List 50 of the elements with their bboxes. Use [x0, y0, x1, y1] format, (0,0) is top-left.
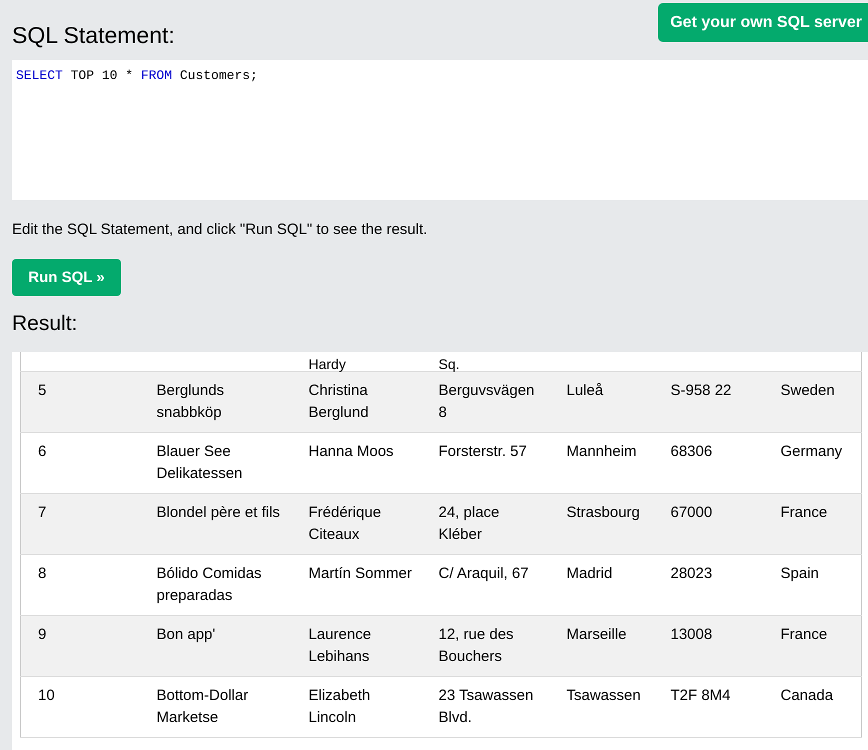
table-cell: Blauer See Delikatessen [156, 443, 242, 482]
table-cell: C/ Araquil, 67 [438, 565, 529, 582]
table-cell: 10 [38, 687, 55, 704]
instructions-text: Edit the SQL Statement, and click "Run SQL" to see the result. [12, 220, 428, 240]
table-cell: Blondel père et fils [156, 504, 280, 521]
table-cell: 24, place Kléber [438, 504, 500, 543]
table-cell: Frédérique Citeaux [308, 504, 382, 543]
table-cell: S-958 22 [670, 382, 732, 399]
table-cell: Sq. [438, 356, 460, 372]
table-cell: Hanna Moos [308, 443, 394, 460]
table-cell: Strasbourg [566, 504, 640, 521]
table-cell: Spain [780, 565, 819, 582]
table-cell: Elizabeth Lincoln [308, 687, 370, 726]
table-cell: 23 Tsawassen Blvd. [438, 687, 534, 726]
table-cell: Marseille [566, 626, 627, 643]
table-cell: T2F 8M4 [670, 687, 731, 704]
table-cell: Madrid [566, 565, 612, 582]
table-cell: Bólido Comidas preparadas [156, 565, 262, 604]
table-cell: 67000 [670, 504, 712, 521]
table-cell: Forsterstr. 57 [438, 443, 527, 460]
table-cell: Canada [780, 687, 834, 704]
get-sql-server-button[interactable]: Get your own SQL server [658, 3, 868, 42]
table-cell: Christina Berglund [308, 382, 369, 421]
table-cell: 13008 [670, 626, 712, 643]
table-cell: France [780, 626, 828, 643]
sql-editor[interactable]: SELECT TOP 10 * FROM Customers; [12, 60, 868, 200]
table-cell: Berglunds snabbköp [156, 382, 224, 421]
table-cell: Martín Sommer [308, 565, 412, 582]
table-cell: 6 [38, 443, 46, 460]
table-cell: France [780, 504, 828, 521]
table-cell: Tsawassen [566, 687, 641, 704]
section-title: SQL Statement: [11, 21, 175, 50]
table-cell: Bon app' [156, 626, 216, 643]
table-cell: Sweden [780, 382, 835, 399]
table-cell: 5 [38, 382, 46, 399]
result-title: Result: [11, 311, 78, 336]
table-cell: 9 [38, 626, 46, 643]
table-cell: Mannheim [566, 443, 637, 460]
table-cell: Bottom-Dollar Marketse [156, 687, 248, 726]
table-cell: 8 [38, 565, 46, 582]
table-cell: Laurence Lebihans [308, 626, 372, 665]
table-cell: Germany [780, 443, 842, 460]
table-cell: 12, rue des Bouchers [438, 626, 514, 665]
table-cell: 68306 [670, 443, 712, 460]
table-cell: Hardy [308, 356, 346, 372]
table-cell: 7 [38, 504, 46, 521]
run-sql-button[interactable]: Run SQL » [12, 259, 121, 296]
table-cell: 28023 [670, 565, 712, 582]
table-cell: Luleå [566, 382, 604, 399]
table-cell: Berguvsvägen 8 [438, 382, 534, 421]
